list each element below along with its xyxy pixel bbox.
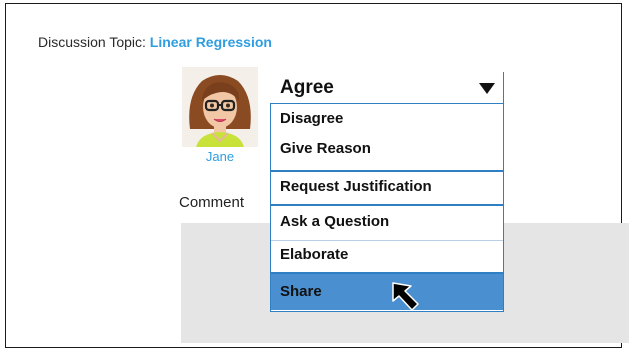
menu-item-elaborate[interactable]: Elaborate [271,246,503,263]
caret-down-icon[interactable] [479,83,495,94]
menu-divider [271,204,503,206]
comment-label: Comment [179,194,245,211]
topic-label: Discussion Topic: [38,34,146,50]
avatar[interactable] [182,67,258,147]
menu-item-share[interactable]: Share [271,274,503,310]
menu-divider [271,240,503,241]
dropdown-menu: Disagree Give Reason Request Justificati… [270,104,504,312]
menu-item-give-reason[interactable]: Give Reason [271,140,503,157]
discussion-topic: Discussion Topic: Linear Regression [38,34,272,50]
menu-item-ask-question[interactable]: Ask a Question [271,213,503,230]
response-type-select[interactable]: Agree [270,72,504,104]
menu-item-disagree[interactable]: Disagree [271,110,503,127]
selected-value: Agree [280,77,334,98]
user-name[interactable]: Jane [182,149,258,164]
arrow-pointer-icon [392,282,419,311]
avatar-image [182,67,258,147]
menu-item-request-justification[interactable]: Request Justification [271,178,503,195]
topic-value[interactable]: Linear Regression [150,34,272,50]
menu-divider [271,170,503,172]
